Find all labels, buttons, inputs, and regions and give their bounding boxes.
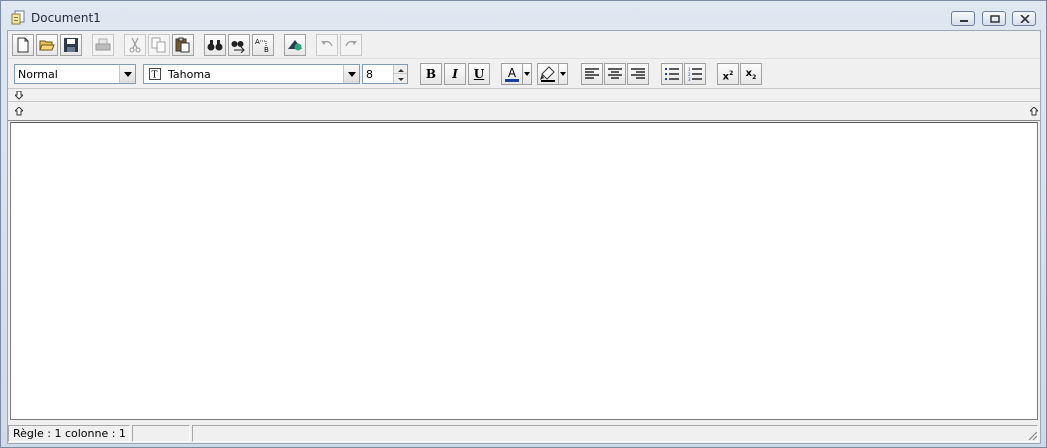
- first-line-indent-marker[interactable]: [15, 91, 23, 100]
- close-icon: [1020, 15, 1030, 23]
- font-select[interactable]: T Tahoma: [143, 64, 360, 84]
- underline-button[interactable]: U: [468, 63, 490, 85]
- bold-button[interactable]: B: [420, 63, 442, 85]
- paste-button[interactable]: [172, 34, 194, 56]
- vertical-ruler-bar: [8, 88, 1040, 102]
- font-value: Tahoma: [168, 68, 211, 81]
- highlighter-icon: [540, 66, 555, 82]
- numbered-list-icon: 123: [688, 67, 702, 81]
- cut-icon: [129, 37, 141, 53]
- style-select[interactable]: Normal: [14, 64, 136, 84]
- client-area: AB Normal T Tahoma 8 B I U A 1 2 3 x2 x2…: [7, 30, 1041, 444]
- left-indent-marker[interactable]: [15, 107, 23, 116]
- superscript-button[interactable]: x2: [717, 63, 739, 85]
- numbered-list-button[interactable]: 123: [684, 63, 706, 85]
- find-next-icon: [231, 41, 245, 53]
- cut-button[interactable]: [124, 34, 146, 56]
- right-indent-marker[interactable]: [1030, 107, 1038, 116]
- chevron-down-icon: [524, 72, 530, 76]
- font-color-dropdown[interactable]: [523, 63, 532, 85]
- redo-button[interactable]: [340, 34, 362, 56]
- stepper-up-icon[interactable]: [393, 65, 407, 74]
- style-value: Normal: [18, 68, 58, 81]
- bullet-list-icon: [665, 68, 679, 80]
- svg-text:B: B: [264, 46, 269, 53]
- close-button[interactable]: [1012, 11, 1036, 26]
- italic-button[interactable]: I: [444, 63, 466, 85]
- align-center-icon: [608, 68, 622, 79]
- redo-icon: [345, 40, 357, 47]
- chevron-down-icon[interactable]: [119, 65, 135, 83]
- document-editor[interactable]: [10, 122, 1038, 420]
- svg-text:3: 3: [688, 77, 691, 81]
- column-label: colonne :: [64, 427, 116, 440]
- minimize-icon: [960, 20, 968, 22]
- subscript-button[interactable]: x2: [740, 63, 762, 85]
- restore-icon: [990, 15, 1000, 23]
- rule-label: Règle :: [13, 427, 51, 440]
- insert-object-icon: [288, 40, 302, 51]
- status-panel-empty-2: [192, 425, 1038, 442]
- open-folder-icon: [39, 40, 55, 51]
- font-size-value: 8: [366, 68, 373, 81]
- superscript-mark: 2: [729, 70, 734, 77]
- align-left-button[interactable]: [581, 63, 603, 85]
- highlight-dropdown[interactable]: [559, 63, 568, 85]
- align-right-icon: [631, 68, 645, 79]
- status-bar: Règle : 1 colonne : 1: [8, 423, 1040, 443]
- standard-toolbar: AB: [8, 31, 1040, 59]
- align-right-button[interactable]: [627, 63, 649, 85]
- chevron-down-icon[interactable]: [343, 65, 359, 83]
- app-document-icon: [11, 10, 25, 25]
- title-bar[interactable]: Document1: [1, 1, 1046, 31]
- chevron-down-icon: [560, 72, 566, 76]
- replace-icon: AB: [255, 38, 269, 53]
- resize-grip-icon[interactable]: [1026, 429, 1038, 441]
- format-toolbar: Normal T Tahoma 8 B I U A 1 2 3 x2 x2: [8, 61, 1040, 87]
- print-button[interactable]: [92, 34, 114, 56]
- new-button[interactable]: [12, 34, 34, 56]
- column-value: 1: [118, 427, 126, 440]
- copy-icon: [151, 37, 166, 53]
- bullet-list-button[interactable]: [661, 63, 683, 85]
- find-next-button[interactable]: [228, 34, 250, 56]
- svg-text:T: T: [152, 71, 158, 81]
- minimize-button[interactable]: [951, 11, 975, 26]
- highlight-button[interactable]: [537, 63, 559, 85]
- horizontal-ruler: [8, 103, 1040, 121]
- find-icon: [207, 40, 223, 51]
- subscript-mark: 2: [752, 74, 757, 81]
- font-size-stepper[interactable]: 8: [362, 64, 408, 84]
- status-panel-empty-1: [132, 425, 190, 442]
- align-center-button[interactable]: [604, 63, 626, 85]
- font-color-label: A: [507, 66, 517, 80]
- find-button[interactable]: [204, 34, 226, 56]
- align-left-icon: [585, 68, 599, 79]
- copy-button[interactable]: [148, 34, 170, 56]
- undo-icon: [321, 40, 333, 47]
- font-color-button[interactable]: A: [501, 63, 523, 85]
- undo-button[interactable]: [316, 34, 338, 56]
- paste-icon: [175, 37, 190, 53]
- document-window: Document1 A B Normal T Tahoma 8 B I U A …: [0, 0, 1047, 448]
- position-panel: Règle : 1 colonne : 1: [8, 425, 130, 442]
- restore-button[interactable]: [982, 11, 1006, 26]
- svg-text:A: A: [255, 38, 260, 46]
- insert-object-button[interactable]: [284, 34, 306, 56]
- rule-value: 1: [54, 427, 62, 440]
- replace-button[interactable]: AB: [252, 34, 274, 56]
- save-button[interactable]: [60, 34, 82, 56]
- font-color-bar: [505, 79, 519, 82]
- new-document-icon: [17, 37, 29, 53]
- window-title: Document1: [31, 11, 101, 25]
- save-icon: [64, 38, 78, 52]
- open-button[interactable]: [36, 34, 58, 56]
- truetype-font-icon: T: [149, 68, 161, 80]
- print-icon: [95, 38, 111, 51]
- stepper-down-icon[interactable]: [393, 74, 407, 83]
